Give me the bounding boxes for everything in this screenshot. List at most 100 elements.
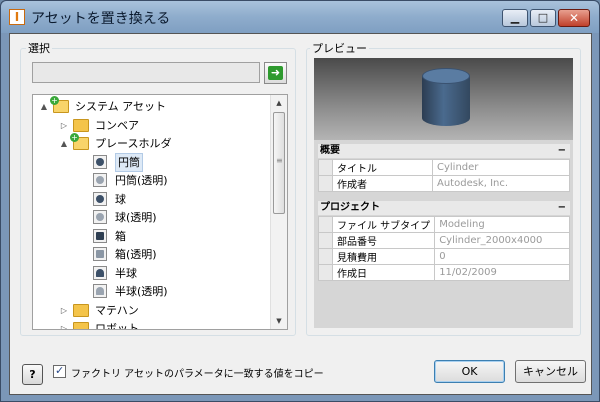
expand-down-icon[interactable]: ▲ bbox=[59, 134, 69, 153]
box-transparent-icon bbox=[93, 247, 107, 261]
property-row[interactable]: 作成日 11/02/2009 bbox=[318, 264, 570, 281]
tree-item-label: マテハン bbox=[95, 303, 139, 317]
tree-item-label: コンベア bbox=[95, 118, 139, 132]
tree-item-label: 半球 bbox=[115, 266, 137, 280]
tree-item[interactable]: ▲ + プレースホルダ bbox=[33, 133, 269, 153]
property-value: Autodesk, Inc. bbox=[432, 175, 570, 192]
tree-item-label: 半球(透明) bbox=[115, 285, 168, 298]
property-row[interactable]: 見積費用 0 bbox=[318, 248, 570, 265]
property-name: 部品番号 bbox=[331, 232, 436, 249]
tree-item[interactable]: 半球 bbox=[33, 264, 269, 283]
folder-open-add-icon: + bbox=[50, 96, 69, 113]
property-name: ファイル サブタイプ bbox=[331, 216, 436, 233]
tree-item[interactable]: 半球(透明) bbox=[33, 282, 269, 301]
expand-right-icon[interactable]: ▷ bbox=[59, 116, 69, 135]
hemisphere-icon bbox=[93, 265, 107, 280]
property-name: 作成日 bbox=[331, 264, 436, 281]
folder-open-add-icon: + bbox=[70, 133, 89, 150]
row-gutter bbox=[318, 248, 333, 265]
property-value: 11/02/2009 bbox=[434, 264, 570, 281]
minimize-button[interactable]: ▁ bbox=[502, 9, 528, 27]
expand-right-icon[interactable]: ▷ bbox=[59, 319, 69, 329]
tree-item[interactable]: 球 bbox=[33, 190, 269, 209]
preview-group-label: プレビュー bbox=[310, 40, 369, 56]
property-table: タイトル Cylinder 作成者 Autodesk, Inc. bbox=[318, 159, 570, 192]
cylinder-icon bbox=[93, 154, 107, 169]
property-value: Cylinder bbox=[432, 159, 570, 176]
maximize-button[interactable]: □ bbox=[530, 9, 556, 27]
tree-item[interactable]: ▷ コンベア bbox=[33, 116, 269, 135]
property-name: 作成者 bbox=[332, 175, 433, 192]
maximize-icon: □ bbox=[537, 11, 549, 24]
close-icon: ✕ bbox=[568, 11, 580, 25]
tree-item[interactable]: 円筒 bbox=[33, 152, 269, 172]
property-value: 0 bbox=[434, 248, 570, 265]
ok-button[interactable]: OK bbox=[434, 360, 505, 383]
collapse-icon[interactable]: − bbox=[558, 144, 566, 158]
tree-item-label: 箱(透明) bbox=[115, 248, 157, 261]
expand-right-icon[interactable]: ▷ bbox=[59, 301, 69, 320]
collapse-icon[interactable]: − bbox=[558, 201, 566, 215]
asset-tree[interactable]: ▷ ロボット ▷ マテハン 半球(透明) 半球 箱(透明) 箱球(透明) 球円筒(透明) 円筒 ▲ +… bbox=[32, 94, 288, 330]
row-gutter bbox=[318, 264, 333, 281]
expand-down-icon[interactable]: ▲ bbox=[39, 97, 49, 116]
cylinder-preview-icon bbox=[422, 68, 470, 128]
copy-values-checkbox[interactable]: ✓ bbox=[53, 364, 66, 378]
cancel-button[interactable]: キャンセル bbox=[515, 360, 586, 383]
title-bar[interactable]: I アセットを置き換える ▁ □ ✕ bbox=[1, 1, 599, 33]
dialog-window: I アセットを置き換える ▁ □ ✕ 選択 ➜ ▷ ロボット ▷ マテハン 半球(透明)… bbox=[0, 0, 600, 402]
category-title: プロジェクト bbox=[320, 202, 380, 213]
category-title: 概要 bbox=[320, 145, 340, 156]
scroll-down-icon[interactable]: ▼ bbox=[271, 313, 287, 329]
search-input[interactable] bbox=[32, 62, 260, 83]
tree-item[interactable]: 箱 bbox=[33, 227, 269, 246]
sphere-transparent-icon bbox=[93, 210, 107, 224]
property-value: Cylinder_2000x4000 bbox=[434, 232, 570, 249]
property-row[interactable]: タイトル Cylinder bbox=[318, 159, 570, 176]
tree-item-label: 球 bbox=[115, 192, 126, 206]
property-name: 見積費用 bbox=[331, 248, 436, 265]
tree-item[interactable]: ▲ + システム アセット bbox=[33, 96, 269, 116]
tree-item-label: システム アセット bbox=[75, 100, 166, 113]
row-gutter bbox=[318, 159, 333, 176]
checkmark-icon: ✓ bbox=[55, 364, 65, 377]
cylinder-transparent-icon bbox=[93, 173, 107, 187]
tree-scrollbar[interactable]: ▲ ≡ ▼ bbox=[270, 95, 287, 329]
go-button[interactable]: ➜ bbox=[264, 62, 287, 84]
tree-item[interactable]: 円筒(透明) bbox=[33, 171, 269, 190]
property-category[interactable]: プロジェクト − bbox=[318, 201, 570, 215]
tree-item[interactable]: 箱(透明) bbox=[33, 245, 269, 264]
sphere-icon bbox=[93, 191, 107, 206]
tree-item-label: 箱 bbox=[115, 229, 126, 243]
scroll-up-icon[interactable]: ▲ bbox=[271, 95, 287, 111]
scroll-thumb[interactable]: ≡ bbox=[273, 112, 285, 214]
app-logo-icon: I bbox=[9, 9, 25, 25]
tree-item[interactable]: 球(透明) bbox=[33, 208, 269, 227]
window-title: アセットを置き換える bbox=[31, 11, 171, 27]
property-value: Modeling bbox=[434, 216, 570, 233]
select-group-label: 選択 bbox=[26, 40, 52, 56]
box-icon bbox=[93, 228, 107, 243]
tree-item[interactable]: ▷ マテハン bbox=[33, 301, 269, 320]
tree-item-label: プレースホルダ bbox=[95, 137, 172, 150]
folder-icon bbox=[73, 322, 89, 329]
dialog-body: 選択 ➜ ▷ ロボット ▷ マテハン 半球(透明) 半球 箱(透明) 箱 球(透明) 球 円筒(透明… bbox=[9, 33, 592, 395]
row-gutter bbox=[318, 175, 333, 192]
close-button[interactable]: ✕ bbox=[558, 9, 590, 27]
tree-item-label: 円筒 bbox=[115, 152, 143, 172]
tree-item-label: 円筒(透明) bbox=[115, 174, 168, 187]
property-category[interactable]: 概要 − bbox=[318, 144, 570, 158]
tree-item-label: ロボット bbox=[95, 322, 139, 330]
help-button[interactable]: ? bbox=[22, 364, 43, 385]
folder-icon bbox=[73, 118, 89, 132]
property-row[interactable]: ファイル サブタイプ Modeling bbox=[318, 216, 570, 233]
tree-item-label: 球(透明) bbox=[115, 211, 157, 224]
hemisphere-transparent-icon bbox=[93, 284, 107, 298]
property-table: ファイル サブタイプ Modeling 部品番号 Cylinder_2000x4000… bbox=[318, 216, 570, 281]
minimize-icon: ▁ bbox=[510, 11, 520, 24]
folder-icon bbox=[73, 303, 89, 317]
tree-item[interactable]: ▷ ロボット bbox=[33, 319, 269, 330]
property-name: タイトル bbox=[332, 159, 433, 176]
property-row[interactable]: 部品番号 Cylinder_2000x4000 bbox=[318, 232, 570, 249]
property-row[interactable]: 作成者 Autodesk, Inc. bbox=[318, 175, 570, 192]
